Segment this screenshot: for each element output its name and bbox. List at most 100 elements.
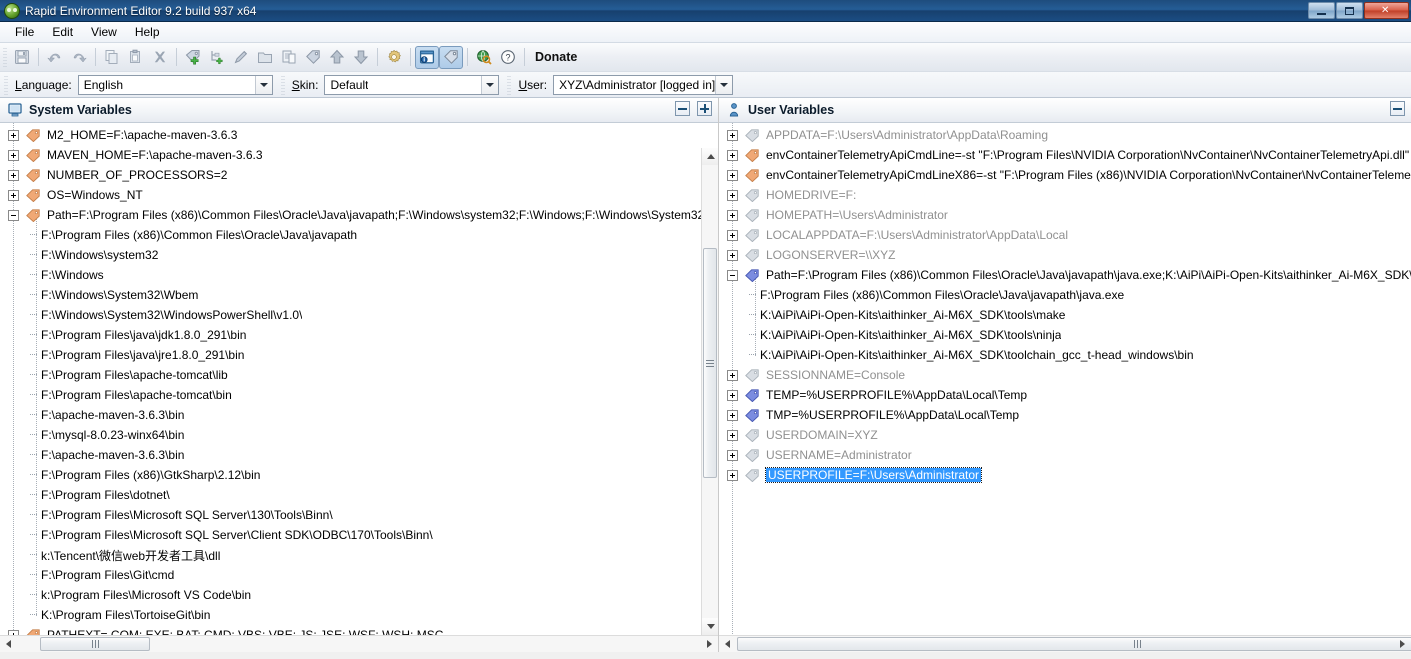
chevron-down-icon[interactable] [481, 75, 499, 94]
scroll-thumb[interactable] [737, 637, 1411, 651]
search-button[interactable] [472, 46, 496, 69]
scroll-left-button[interactable] [0, 636, 17, 652]
expand-node-icon[interactable] [727, 189, 738, 201]
help-button[interactable]: ? [496, 46, 520, 69]
tree-child-row[interactable]: F:\Program Files\apache-tomcat\bin [0, 385, 718, 405]
options-bar-grip[interactable] [507, 74, 512, 95]
scroll-left-button[interactable] [719, 636, 736, 652]
expand-node-icon[interactable] [727, 449, 738, 461]
menu-file[interactable]: File [6, 23, 43, 41]
settings-button[interactable] [382, 46, 406, 69]
scroll-right-button[interactable] [1394, 636, 1411, 652]
tree-child-row[interactable]: F:\Program Files\Microsoft SQL Server\13… [0, 505, 718, 525]
tree-variable-row[interactable]: envContainerTelemetryApiCmdLineX86=-st "… [719, 165, 1411, 185]
tree-variable-row[interactable]: Path=F:\Program Files (x86)\Common Files… [719, 265, 1411, 285]
menu-help[interactable]: Help [126, 23, 169, 41]
chevron-down-icon[interactable] [715, 75, 733, 94]
tree-child-row[interactable]: F:\mysql-8.0.23-winx64\bin [0, 425, 718, 445]
expand-node-icon[interactable] [727, 469, 738, 481]
system-vertical-scrollbar[interactable] [701, 148, 718, 635]
copy-button[interactable] [100, 46, 124, 69]
system-horizontal-scrollbar[interactable] [0, 635, 718, 652]
collapse-node-icon[interactable] [8, 209, 19, 221]
expand-node-icon[interactable] [727, 369, 738, 381]
tree-variable-row[interactable]: TEMP=%USERPROFILE%\AppData\Local\Temp [719, 385, 1411, 405]
tree-child-row[interactable]: k:\Program Files\Microsoft VS Code\bin [0, 585, 718, 605]
expand-node-icon[interactable] [8, 169, 19, 181]
menu-view[interactable]: View [82, 23, 126, 41]
tree-child-row[interactable]: F:\Program Files\dotnet\ [0, 485, 718, 505]
tree-variable-row[interactable]: APPDATA=F:\Users\Administrator\AppData\R… [719, 125, 1411, 145]
tree-variable-row[interactable]: PATHEXT=.COM;.EXE;.BAT;.CMD;.VBS;.VBE;.J… [0, 625, 718, 635]
expand-node-icon[interactable] [8, 129, 19, 141]
tree-child-row[interactable]: F:\apache-maven-3.6.3\bin [0, 445, 718, 465]
edit-button[interactable] [229, 46, 253, 69]
save-button[interactable] [10, 46, 34, 69]
tree-child-row[interactable]: F:\Program Files\Git\cmd [0, 565, 718, 585]
menu-edit[interactable]: Edit [43, 23, 82, 41]
tree-child-row[interactable]: F:\Windows\system32 [0, 245, 718, 265]
tree-child-row[interactable]: F:\apache-maven-3.6.3\bin [0, 405, 718, 425]
expand-all-button[interactable] [697, 101, 712, 116]
tree-child-row[interactable]: K:\AiPi\AiPi-Open-Kits\aithinker_Ai-M6X_… [719, 325, 1411, 345]
scroll-down-button[interactable] [702, 618, 718, 635]
tree-child-row[interactable]: K:\AiPi\AiPi-Open-Kits\aithinker_Ai-M6X_… [719, 305, 1411, 325]
options-bar-grip[interactable] [280, 74, 285, 95]
chevron-down-icon[interactable] [254, 75, 272, 94]
expand-node-icon[interactable] [727, 209, 738, 221]
tree-variable-row[interactable]: HOMEDRIVE=F: [719, 185, 1411, 205]
tree-variable-row[interactable]: USERNAME=Administrator [719, 445, 1411, 465]
expand-node-icon[interactable] [727, 129, 738, 141]
collapse-node-icon[interactable] [727, 269, 738, 281]
user-horizontal-scrollbar[interactable] [719, 635, 1411, 652]
skin-combo[interactable]: Default [324, 74, 500, 95]
expand-node-icon[interactable] [727, 249, 738, 261]
tree-variable-row[interactable]: OS=Windows_NT [0, 185, 718, 205]
tree-child-row[interactable]: F:\Windows\System32\WindowsPowerShell\v1… [0, 305, 718, 325]
expand-node-icon[interactable] [727, 409, 738, 421]
show-values-button[interactable] [439, 45, 463, 69]
browse-file-button[interactable] [277, 46, 301, 69]
tree-child-row[interactable]: F:\Program Files\java\jdk1.8.0_291\bin [0, 325, 718, 345]
redo-button[interactable] [67, 46, 91, 69]
tree-child-row[interactable]: F:\Program Files\java\jre1.8.0_291\bin [0, 345, 718, 365]
maximize-button[interactable] [1336, 2, 1363, 19]
tree-variable-row[interactable]: USERPROFILE=F:\Users\Administrator [719, 465, 1411, 485]
tree-variable-row[interactable]: M2_HOME=F:\apache-maven-3.6.3 [0, 125, 718, 145]
user-combo[interactable]: XYZ\Administrator [logged in] [553, 74, 734, 95]
add-value-button[interactable] [205, 46, 229, 69]
scroll-thumb[interactable] [40, 637, 150, 651]
scroll-right-button[interactable] [701, 636, 718, 652]
tree-variable-row[interactable]: Path=F:\Program Files (x86)\Common Files… [0, 205, 718, 225]
tree-variable-row[interactable]: LOGONSERVER=\\XYZ [719, 245, 1411, 265]
options-bar-grip[interactable] [4, 74, 8, 95]
tree-variable-row[interactable]: USERDOMAIN=XYZ [719, 425, 1411, 445]
tree-child-row[interactable]: F:\Program Files (x86)\GtkSharp\2.12\bin [0, 465, 718, 485]
delete-button[interactable] [148, 46, 172, 69]
close-button[interactable]: ✕ [1364, 2, 1409, 19]
user-variables-tree[interactable]: APPDATA=F:\Users\Administrator\AppData\R… [719, 123, 1411, 635]
donate-button[interactable]: Donate [529, 50, 583, 64]
undo-button[interactable] [43, 46, 67, 69]
move-down-button[interactable] [349, 46, 373, 69]
collapse-all-button[interactable] [1390, 101, 1405, 116]
tree-child-row[interactable]: F:\Program Files (x86)\Common Files\Orac… [719, 285, 1411, 305]
tree-child-row[interactable]: K:\Program Files\TortoiseGit\bin [0, 605, 718, 625]
scroll-thumb[interactable] [703, 248, 717, 478]
system-variables-tree[interactable]: M2_HOME=F:\apache-maven-3.6.3 MAVEN_HOME=… [0, 123, 718, 635]
collapse-all-button[interactable] [675, 101, 690, 116]
expand-node-icon[interactable] [727, 169, 738, 181]
expand-node-icon[interactable] [727, 229, 738, 241]
expand-node-icon[interactable] [8, 189, 19, 201]
toolbar-grip[interactable] [3, 47, 7, 67]
tree-variable-row[interactable]: envContainerTelemetryApiCmdLine=-st "F:\… [719, 145, 1411, 165]
expand-node-icon[interactable] [727, 429, 738, 441]
show-info-button[interactable] [415, 45, 439, 69]
tree-variable-row[interactable]: NUMBER_OF_PROCESSORS=2 [0, 165, 718, 185]
expand-node-icon[interactable] [727, 389, 738, 401]
tree-child-row[interactable]: F:\Windows [0, 265, 718, 285]
tree-variable-row[interactable]: HOMEPATH=\Users\Administrator [719, 205, 1411, 225]
tree-variable-row[interactable]: LOCALAPPDATA=F:\Users\Administrator\AppD… [719, 225, 1411, 245]
paste-button[interactable] [124, 46, 148, 69]
expand-node-icon[interactable] [727, 149, 738, 161]
